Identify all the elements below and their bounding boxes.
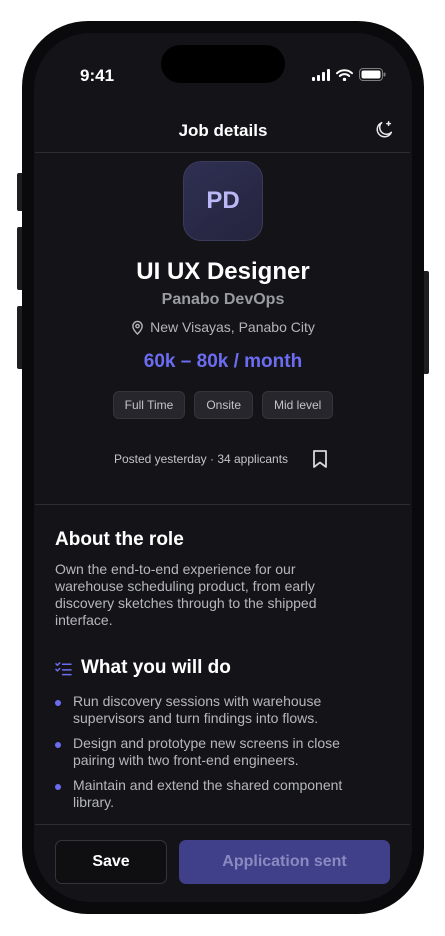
status-time: 9:41 [80,66,115,85]
duties-heading-row: What you will do [55,657,231,679]
job-meta-row: Posted yesterday · 34 applicants [34,447,412,471]
company-name: Panabo DevOps [161,291,285,308]
duties-list: Run discovery sessions with warehouse su… [55,693,375,819]
bullet-dot [55,742,61,748]
battery-icon [359,68,386,81]
signal-icon [312,68,330,81]
screen: 9:41 Job details PD UI UX Designer Panab… [34,33,412,902]
tag-chip: Full Time [112,391,186,419]
bullet-dot [55,700,61,706]
moon-icon [376,121,393,138]
application-sent-button[interactable]: Application sent [179,840,390,884]
bookmark-icon [313,450,327,468]
page-title: Job details [178,121,268,140]
wifi-icon [336,68,353,81]
company-logo: PD [183,161,263,241]
tag-chip: Onsite [194,391,253,419]
theme-toggle-button[interactable] [370,116,398,144]
duty-text: Design and prototype new screens in clos… [73,735,340,768]
section-divider [35,504,410,505]
posted-meta: Posted yesterday · 34 applicants [113,452,289,466]
footer-divider [35,824,410,825]
about-text: Own the end-to-end experience for our wa… [55,561,317,628]
about-heading: About the role [55,529,184,550]
bookmark-button[interactable] [308,447,332,471]
list-item: Run discovery sessions with warehouse su… [55,693,375,727]
header-divider [35,152,410,153]
job-location: New Visayas, Panabo City [34,319,412,335]
bullet-dot [55,784,61,790]
checklist-icon [55,661,72,675]
duty-text: Run discovery sessions with warehouse su… [73,693,322,726]
tag-chip: Mid level [262,391,334,419]
save-button[interactable]: Save [55,840,167,884]
duties-heading: What you will do [81,657,231,678]
status-icons [312,68,386,81]
action-footer: Save Application sent [34,824,412,902]
location-text: New Visayas, Panabo City [150,319,315,335]
app-header: Job details [34,107,412,153]
list-item: Design and prototype new screens in clos… [55,735,375,769]
job-title: UI UX Designer [136,258,310,285]
duty-text: Maintain and extend the shared component… [73,777,343,810]
salary: 60k – 80k / month [143,351,303,372]
location-pin-icon [132,320,143,335]
phone-frame: 9:41 Job details PD UI UX Designer Panab… [22,21,424,914]
job-tags: Full Time Onsite Mid level [34,391,412,419]
dynamic-island [161,45,285,83]
list-item: Maintain and extend the shared component… [55,777,375,811]
